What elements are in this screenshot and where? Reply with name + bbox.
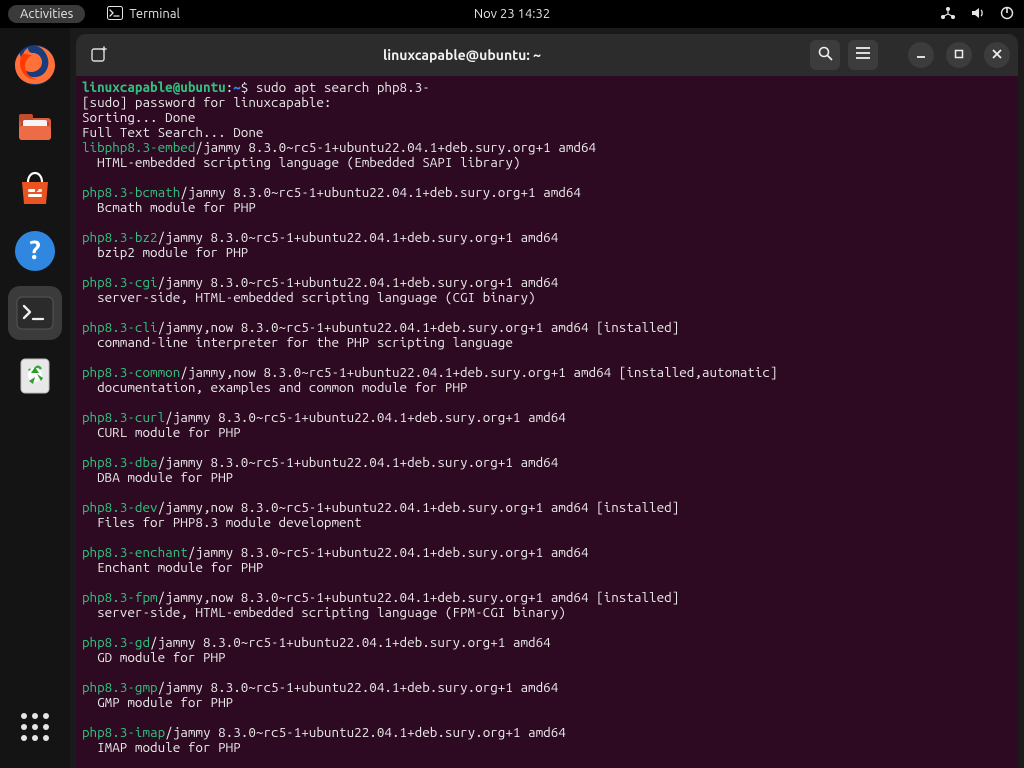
close-icon bbox=[991, 46, 1003, 64]
app-name-label: Terminal bbox=[129, 7, 180, 21]
minimize-button[interactable] bbox=[908, 42, 934, 68]
terminal-launcher[interactable] bbox=[8, 286, 62, 340]
minimize-icon bbox=[915, 46, 927, 64]
clock[interactable]: Nov 23 14:32 bbox=[474, 7, 550, 21]
network-icon bbox=[940, 6, 956, 23]
terminal-headerbar: linuxcapable@ubuntu: ~ bbox=[76, 34, 1018, 76]
dock: ? bbox=[0, 28, 70, 768]
maximize-icon bbox=[953, 46, 965, 64]
firefox-icon bbox=[13, 43, 57, 87]
power-icon bbox=[1000, 6, 1014, 23]
new-tab-button[interactable] bbox=[84, 40, 114, 70]
help-launcher[interactable]: ? bbox=[8, 224, 62, 278]
trash-icon bbox=[15, 353, 55, 397]
files-icon bbox=[14, 106, 56, 148]
terminal-output[interactable]: linuxcapable@ubuntu:~$ sudo apt search p… bbox=[76, 76, 1018, 768]
terminal-window: linuxcapable@ubuntu: ~ linuxcapable@ubun… bbox=[76, 34, 1018, 768]
window-title: linuxcapable@ubuntu: ~ bbox=[122, 47, 802, 63]
terminal-icon bbox=[107, 6, 123, 23]
gnome-topbar: Activities Terminal Nov 23 14:32 bbox=[0, 0, 1024, 28]
svg-text:?: ? bbox=[29, 235, 40, 264]
help-icon: ? bbox=[13, 229, 57, 273]
search-icon bbox=[817, 45, 833, 65]
status-area[interactable] bbox=[940, 6, 1014, 23]
firefox-launcher[interactable] bbox=[8, 38, 62, 92]
volume-icon bbox=[970, 6, 986, 23]
trash-launcher[interactable] bbox=[8, 348, 62, 402]
show-apps-launcher[interactable] bbox=[8, 700, 62, 754]
files-launcher[interactable] bbox=[8, 100, 62, 154]
activities-button[interactable]: Activities bbox=[8, 5, 85, 23]
close-button[interactable] bbox=[984, 42, 1010, 68]
maximize-button[interactable] bbox=[946, 42, 972, 68]
software-launcher[interactable] bbox=[8, 162, 62, 216]
menu-button[interactable] bbox=[848, 40, 878, 70]
terminal-app-icon bbox=[15, 295, 55, 331]
hamburger-icon bbox=[855, 46, 871, 64]
shopping-bag-icon bbox=[14, 168, 56, 210]
search-button[interactable] bbox=[810, 40, 840, 70]
app-indicator[interactable]: Terminal bbox=[107, 6, 180, 23]
grid-icon bbox=[18, 710, 52, 744]
